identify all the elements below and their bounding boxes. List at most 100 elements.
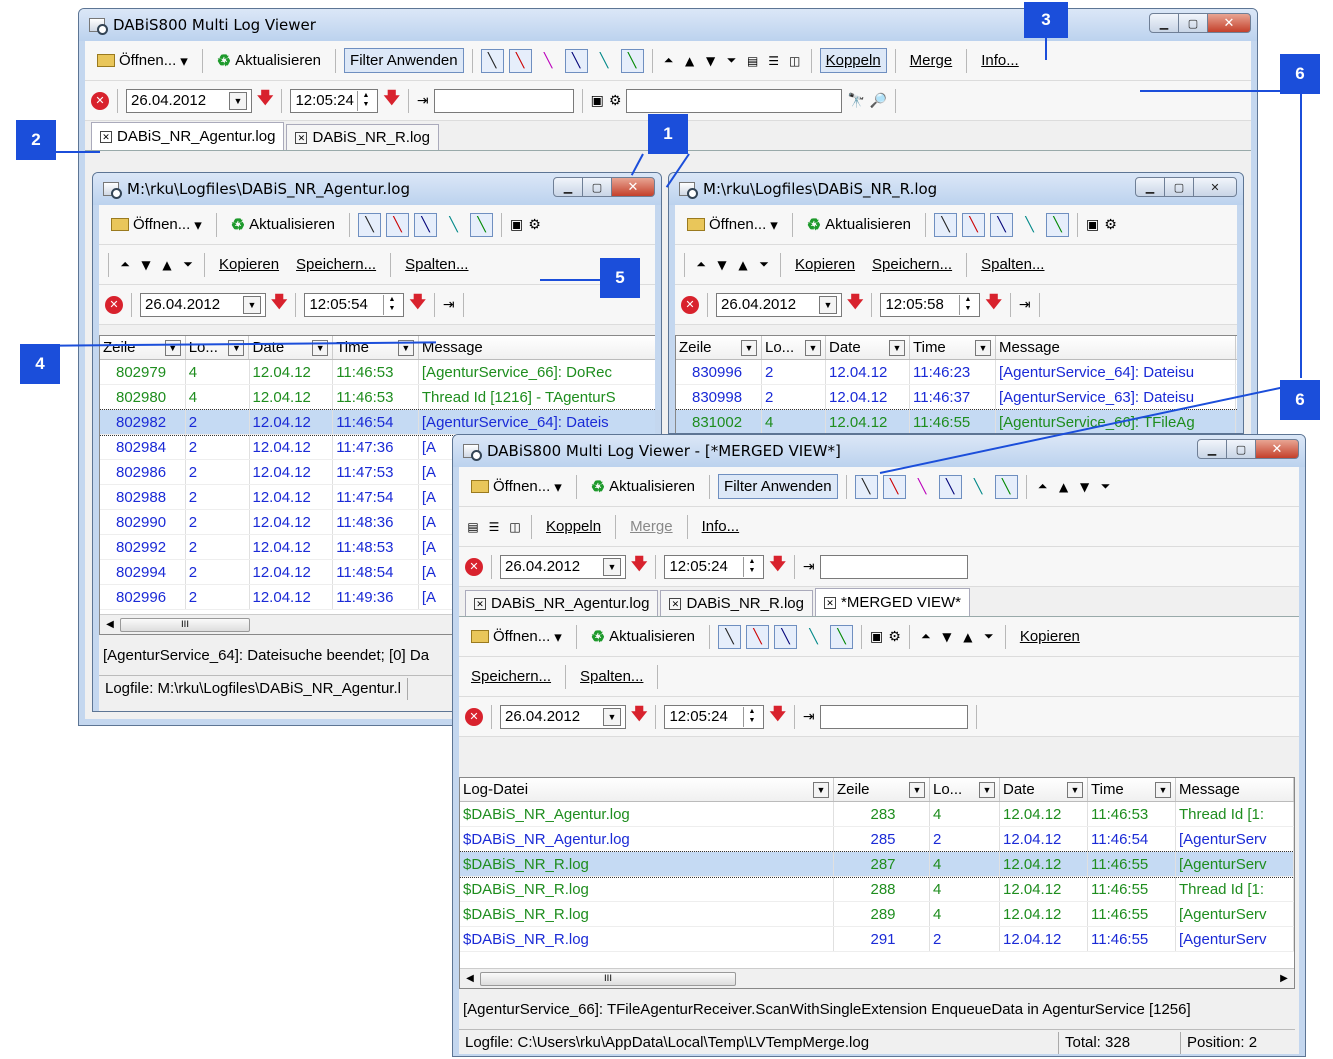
pen-black-icon[interactable]: ╲ xyxy=(358,212,382,237)
chevron-down-icon[interactable]: ▼ xyxy=(741,339,757,356)
last-icon[interactable]: ⏷ xyxy=(981,629,997,644)
date-picker[interactable]: 26.04.2012 ▼ xyxy=(126,88,252,113)
merge-button[interactable]: Merge xyxy=(904,48,959,73)
first-icon[interactable]: ⏶ xyxy=(661,53,677,68)
down-icon[interactable]: ▼ xyxy=(1077,480,1093,494)
pen-green-icon[interactable]: ╲ xyxy=(994,474,1018,499)
tab-agentur[interactable]: ✕ DABiS_NR_Agentur.log xyxy=(465,590,659,616)
chevron-down-icon[interactable]: ▼ xyxy=(228,339,245,356)
chevron-down-icon[interactable]: ▼ xyxy=(603,707,621,726)
pen-green-icon[interactable]: ╲ xyxy=(1046,212,1070,237)
spin-icon[interactable]: ▲ ▼ xyxy=(383,294,399,315)
filter-arrow-icon[interactable]: 🡇 xyxy=(631,703,647,730)
date-picker[interactable]: 26.04.2012 ▼ xyxy=(500,704,626,729)
clear-filter-icon[interactable]: ✕ xyxy=(465,557,483,576)
first-icon[interactable]: ⏶ xyxy=(1035,479,1051,494)
last-icon[interactable]: ⏷ xyxy=(724,53,740,68)
tile-vertical-icon[interactable]: ◫ xyxy=(787,54,803,68)
monitor-icon[interactable]: ▣ xyxy=(510,217,523,233)
maximize-icon[interactable]: ▢ xyxy=(1226,439,1256,459)
column-header[interactable]: Message xyxy=(419,336,655,359)
tile-horizontal-icon[interactable]: ☰ xyxy=(486,520,502,534)
pen-teal-icon[interactable]: ╲ xyxy=(593,49,616,73)
refresh-button[interactable]: ♻ Aktualisieren xyxy=(585,623,701,651)
agentur-titlebar[interactable]: M:\rku\Logfiles\DABiS_NR_Agentur.log ▁ ▢… xyxy=(93,173,661,205)
pen-red-icon[interactable]: ╲ xyxy=(962,212,986,237)
time-spinner[interactable]: 12:05:24 ▲ ▼ xyxy=(290,88,379,113)
save-button[interactable]: Speichern... xyxy=(465,664,557,689)
open-button[interactable]: Öffnen... ▾ xyxy=(105,212,208,238)
refresh-button[interactable]: ♻ Aktualisieren xyxy=(225,211,341,239)
column-header[interactable]: Message xyxy=(996,336,1236,359)
table-row[interactable]: $DABiS_NR_Agentur.log 283 4 12.04.12 11:46:5… xyxy=(460,802,1294,827)
table-row[interactable]: $DABiS_NR_Agentur.log 285 2 12.04.12 11:46:5… xyxy=(460,827,1294,852)
settings-icon[interactable]: ⚙ xyxy=(888,629,901,645)
time-spinner[interactable]: 12:05:58 ▲ ▼ xyxy=(880,292,981,317)
pen-blue-icon[interactable]: ╲ xyxy=(564,48,588,73)
refresh-button[interactable]: ♻ Aktualisieren xyxy=(801,211,917,239)
text-filter-icon[interactable]: ⇥ xyxy=(803,559,815,575)
column-header[interactable]: Lo... ▼ xyxy=(930,778,1000,801)
last-icon[interactable]: ⏷ xyxy=(180,257,196,272)
chevron-down-icon[interactable]: ▼ xyxy=(975,339,991,356)
search-input[interactable] xyxy=(626,88,843,113)
clear-filter-icon[interactable]: ✕ xyxy=(105,295,123,314)
column-header[interactable]: Date ▼ xyxy=(1000,778,1088,801)
down-icon[interactable]: ▼ xyxy=(703,54,719,68)
pen-blue-icon[interactable]: ╲ xyxy=(938,474,962,499)
pen-green-icon[interactable]: ╲ xyxy=(470,212,494,237)
table-row[interactable]: 802980 4 12.04.12 11:46:53 Thread Id [1216] … xyxy=(100,385,655,410)
pen-blue-icon[interactable]: ╲ xyxy=(990,212,1014,237)
horizontal-scrollbar[interactable]: ◀ III ▶ xyxy=(460,968,1294,988)
pen-black-icon[interactable]: ╲ xyxy=(854,474,878,499)
filter-arrow-icon[interactable]: 🡇 xyxy=(257,87,273,114)
minimize-icon[interactable]: ▁ xyxy=(553,177,583,197)
column-header[interactable]: Time ▼ xyxy=(910,336,996,359)
table-row[interactable]: 802979 4 12.04.12 11:46:53 [AgenturService_6… xyxy=(100,360,655,385)
filter-arrow-icon[interactable]: 🡇 xyxy=(631,553,647,580)
monitor-icon[interactable]: ▣ xyxy=(591,93,604,109)
filter-arrow-icon[interactable]: 🡇 xyxy=(769,553,785,580)
open-button[interactable]: Öffnen... ▾ xyxy=(91,48,194,74)
down-icon[interactable]: ▼ xyxy=(138,258,154,272)
pen-green-icon[interactable]: ╲ xyxy=(620,48,644,73)
down-icon[interactable]: ▼ xyxy=(714,258,730,272)
column-header[interactable]: Date ▼ xyxy=(249,336,334,359)
filter-arrow-icon[interactable]: 🡇 xyxy=(847,291,863,318)
first-icon[interactable]: ⏶ xyxy=(918,629,934,644)
spin-icon[interactable]: ▲ ▼ xyxy=(959,294,975,315)
table-row[interactable]: 830998 2 12.04.12 11:46:37 [AgenturService_6… xyxy=(676,385,1237,410)
date-picker[interactable]: 26.04.2012 ▼ xyxy=(500,554,626,579)
copy-button[interactable]: Kopieren xyxy=(789,252,861,277)
tab-agentur[interactable]: ✕ DABiS_NR_Agentur.log xyxy=(91,122,285,150)
filter-arrow-icon[interactable]: 🡇 xyxy=(769,703,785,730)
columns-button[interactable]: Spalten... xyxy=(975,252,1050,277)
last-icon[interactable]: ⏷ xyxy=(756,257,772,272)
cascade-icon[interactable]: ▤ xyxy=(745,54,761,68)
pen-red-icon[interactable]: ╲ xyxy=(386,212,410,237)
filter-arrow-icon[interactable]: 🡇 xyxy=(383,87,399,114)
clear-filter-icon[interactable]: ✕ xyxy=(465,707,483,726)
save-button[interactable]: Speichern... xyxy=(290,252,382,277)
text-filter-icon[interactable]: ⇥ xyxy=(1019,297,1031,313)
tab-r-log[interactable]: ✕ DABiS_NR_R.log xyxy=(286,124,439,150)
columns-button[interactable]: Spalten... xyxy=(574,664,649,689)
up-icon[interactable]: ▲ xyxy=(159,258,175,272)
chevron-down-icon[interactable]: ▼ xyxy=(979,781,995,798)
column-header[interactable]: Zeile ▼ xyxy=(834,778,930,801)
chevron-down-icon[interactable]: ▼ xyxy=(909,781,925,798)
refresh-button[interactable]: ♻ Aktualisieren xyxy=(585,473,701,501)
filter-arrow-icon[interactable]: 🡇 xyxy=(271,291,287,318)
pen-blue-icon[interactable]: ╲ xyxy=(414,212,438,237)
up-icon[interactable]: ▲ xyxy=(682,54,698,68)
copy-button[interactable]: Kopieren xyxy=(1014,624,1086,649)
cascade-icon[interactable]: ▤ xyxy=(465,520,481,534)
chevron-down-icon[interactable]: ▼ xyxy=(164,339,181,356)
find-next-icon[interactable]: 🔎 xyxy=(870,93,887,109)
chevron-down-icon[interactable]: ▼ xyxy=(1155,781,1171,798)
first-icon[interactable]: ⏶ xyxy=(693,257,709,272)
column-header[interactable]: Message xyxy=(1176,778,1294,801)
close-icon[interactable]: ✕ xyxy=(611,177,655,197)
spin-icon[interactable]: ▲ ▼ xyxy=(357,90,373,111)
settings-icon[interactable]: ⚙ xyxy=(528,217,541,233)
